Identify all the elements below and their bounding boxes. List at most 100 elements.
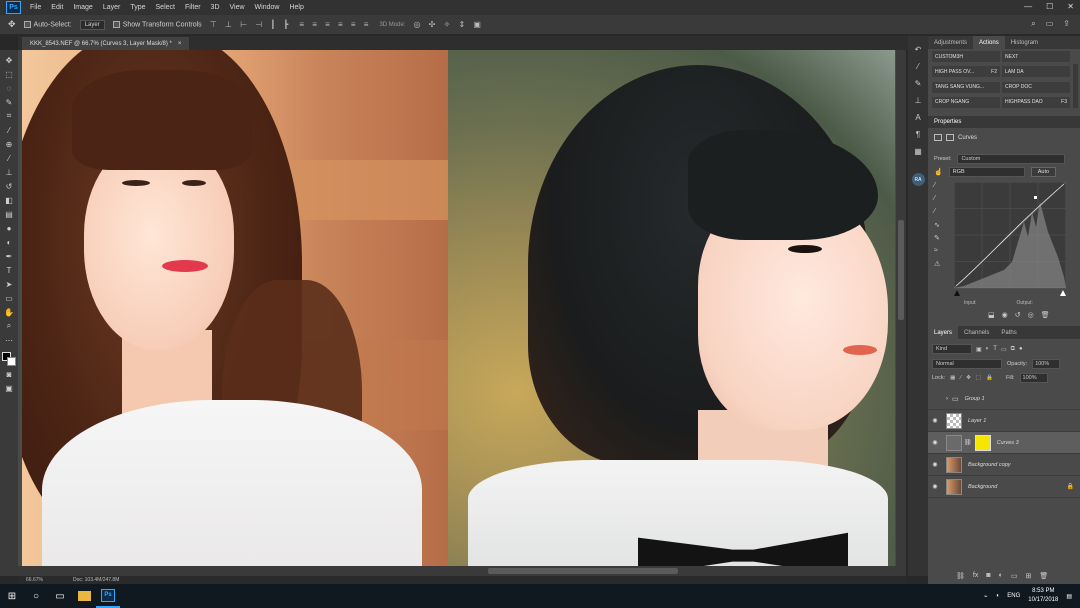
channel-dropdown[interactable]: RGB [948,167,1025,177]
type-icon[interactable]: T [3,264,16,276]
notifications-icon[interactable]: ▤ [1066,593,1072,600]
filter-toggle-icon[interactable]: ● [1019,346,1023,352]
lock-pixels-icon[interactable]: ▦ [950,375,955,381]
menu-help[interactable]: Help [284,4,308,11]
new-layer-icon[interactable]: ⊞ [1025,572,1031,580]
menu-layer[interactable]: Layer [98,4,126,11]
menu-view[interactable]: View [225,4,250,11]
tab-actions[interactable]: Actions [973,36,1005,49]
maximize-icon[interactable]: ☐ [1046,2,1053,11]
distribute-icons[interactable]: ≡ ≡ ≡ ≡ ≡ ≡ [299,20,371,29]
search-icon[interactable]: ⌕ [1031,19,1035,29]
preset-dropdown[interactable]: Custom [957,154,1066,164]
clip-to-layer-icon[interactable]: ⬓ [988,311,995,319]
photoshop-taskbar-button[interactable]: Ps [96,584,120,608]
view-previous-icon[interactable]: ◉ [1002,311,1008,319]
fill-input[interactable]: 100% [1019,373,1048,383]
reset-icon[interactable]: ↺ [1015,311,1021,319]
gradient-icon[interactable]: ▤ [3,208,16,220]
action-button[interactable]: LAM DA [1002,66,1070,78]
marquee-icon[interactable]: ⬚ [3,68,16,80]
3d-mode-icons[interactable]: ◎ ✣ ✧ ⇕ ▣ [413,20,484,29]
crop-icon[interactable]: ⌗ [3,110,16,122]
action-button[interactable]: TANG SANG VUNG... [932,81,1000,93]
curves-graph[interactable] [954,182,1066,296]
move-icon[interactable]: ✥ [3,54,16,66]
layer-row[interactable]: ◉ Layer 1 [928,410,1080,432]
paragraph-icon[interactable]: ¶ [912,129,924,140]
mask-icon[interactable] [946,134,954,141]
windows-start-icon[interactable]: ⊞ [0,584,24,608]
brush-settings-icon[interactable]: ⁄ [912,61,924,72]
lasso-icon[interactable]: ◌ [3,82,16,94]
clone-source-icon[interactable]: ⊥ [912,95,924,106]
zoom-level[interactable]: 66.67% [26,577,43,583]
chain-icon[interactable]: ⛓ [964,439,972,446]
minimize-icon[interactable]: — [1024,2,1032,11]
action-button[interactable]: HIGH PASS OV... F2 [932,66,1000,78]
tab-channels[interactable]: Channels [958,326,995,339]
visibility-icon[interactable]: ◎ [1028,311,1034,319]
history-icon[interactable]: ↶ [912,44,924,55]
tab-layers[interactable]: Layers [928,326,959,339]
brush-presets-icon[interactable]: ✎ [912,78,924,89]
tab-adjustments[interactable]: Adjustments [928,36,973,49]
clipping-icon[interactable]: ⚠ [934,260,944,269]
add-mask-icon[interactable]: ◙ [986,572,990,580]
eye-icon[interactable]: ◉ [928,417,942,424]
canvas-area[interactable] [18,50,906,576]
action-button[interactable]: CROP DOC [1002,81,1070,93]
close-window-icon[interactable]: ✕ [1067,2,1074,11]
pencil-icon[interactable]: ✎ [934,234,944,243]
lock-artboard-icon[interactable]: ⬚ [976,375,981,381]
user-avatar[interactable]: RA [911,173,925,186]
pen-icon[interactable]: ✒ [3,250,16,262]
expand-arrow-icon[interactable]: › [946,396,948,402]
move-tool-icon[interactable]: ✥ [8,19,16,30]
file-explorer-button[interactable] [72,584,96,608]
quick-mask-icon[interactable]: ◙ [3,368,16,380]
align-icons[interactable]: ⊤ ⊥ ⊢ ⊣ ┃ ┣ [210,20,292,29]
transform-controls-checkbox[interactable]: Show Transform Controls [112,20,202,28]
horizontal-scrollbar[interactable] [18,566,896,576]
character-icon[interactable]: A [912,112,924,123]
eye-icon[interactable]: ◉ [928,483,942,490]
eraser-icon[interactable]: ◧ [3,194,16,206]
eyedropper-gray-icon[interactable]: ⁄ [934,195,944,204]
new-adjustment-icon[interactable]: ◐ [999,572,1003,580]
filter-type-icon[interactable]: T [993,346,997,352]
eyedropper-white-icon[interactable]: ⁄ [934,208,944,217]
more-tools-icon[interactable]: ⋯ [3,334,16,346]
tab-histogram[interactable]: Histogram [1005,36,1044,49]
action-button[interactable]: CROP NGANG [932,96,1000,108]
action-button[interactable]: NEXT [1002,51,1070,62]
menu-image[interactable]: Image [68,4,97,11]
document-tab[interactable]: KKK_8543.NEF @ 66.7% (Curves 3, Layer Ma… [22,37,190,50]
screen-mode-icon[interactable]: ▣ [3,382,16,394]
smooth-icon[interactable]: ≈ [934,247,944,256]
blur-icon[interactable]: ● [3,222,16,234]
auto-button[interactable]: Auto [1030,167,1057,177]
layer-row-group[interactable]: › ▭ Group 1 [928,388,1080,410]
layer-row[interactable]: ◉ Background copy [928,454,1080,476]
language-indicator[interactable]: ENG [1007,593,1020,599]
healing-icon[interactable]: ⊕ [3,138,16,150]
zoom-icon[interactable]: ⌕ [3,320,16,332]
auto-select-dropdown[interactable]: Layer [79,19,105,30]
lock-all-icon[interactable]: 🔒 [986,375,993,381]
eye-icon[interactable]: ◉ [928,461,942,468]
network-icon[interactable]: ⌁ [984,593,988,600]
path-select-icon[interactable]: ➤ [3,278,16,290]
menu-window[interactable]: Window [250,4,285,11]
shape-icon[interactable]: ▭ [3,292,16,304]
layer-row-active[interactable]: ◉ ⛓ Curves 3 [928,432,1080,454]
new-group-icon[interactable]: ▭ [1011,572,1018,580]
layer-mask-thumbnail[interactable] [974,434,991,451]
fx-icon[interactable]: fx [973,572,978,580]
auto-select-checkbox[interactable]: Auto-Select: [23,20,72,28]
filter-adjust-icon[interactable]: ◐ [986,346,990,352]
workspace-icon[interactable]: ▭ [1046,19,1054,29]
blend-mode-dropdown[interactable]: Normal [932,359,1002,369]
filter-pixel-icon[interactable]: ▣ [976,346,982,353]
actions-scrollbar[interactable] [1073,64,1078,108]
